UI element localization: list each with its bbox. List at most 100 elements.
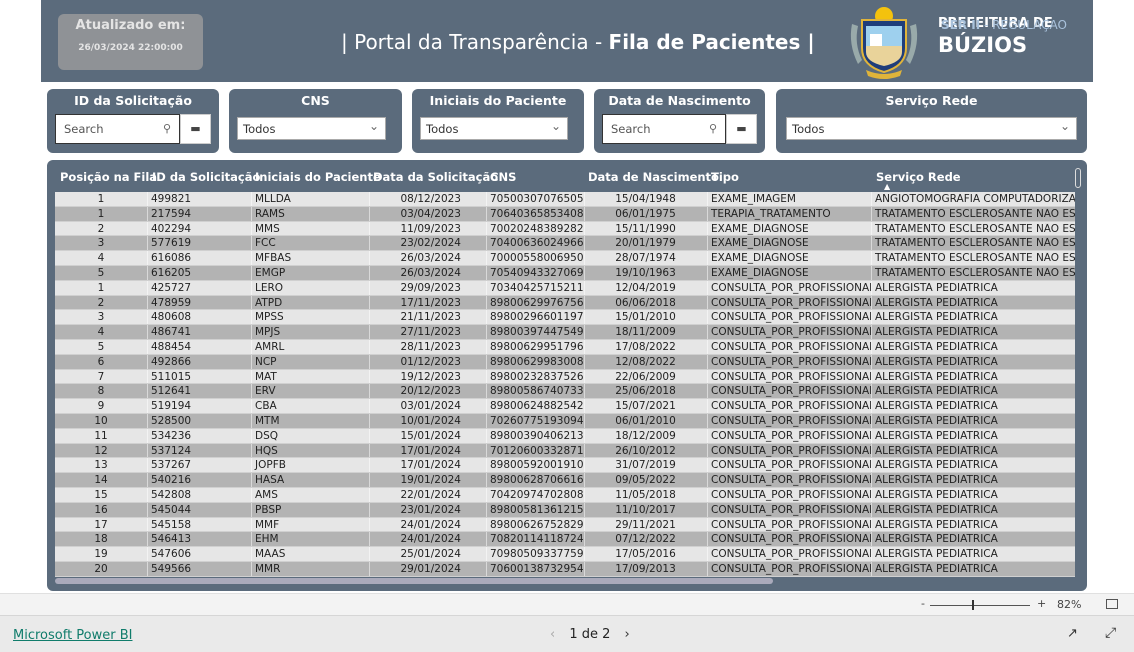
table-row[interactable]: 10 528500 MTM 10/01/2024 702607751930948 06/0… [55,414,1075,429]
column-header[interactable]: Posição na Fila [60,170,157,184]
page-indicator: 1 de 2 [569,627,611,642]
table-cell: EXAME_DIAGNOSE [711,237,809,250]
table-cell: AMRL [255,341,285,353]
column-divider [147,502,148,517]
column-divider [251,384,252,399]
filter-id-solicitacao: ID da Solicitação Search ⚲ ▬ [47,89,219,153]
zoom-out-button[interactable]: - [921,597,925,610]
table-cell: 542808 [151,489,192,501]
table-cell: 08/12/2023 [400,193,461,205]
eraser-icon: ▬ [736,122,747,135]
table-row[interactable]: 3 577619 FCC 23/02/2024 704006360249666 20/01… [55,236,1075,252]
table-row[interactable]: 13 537267 JOPFB 17/01/2024 898005920019109 31… [55,458,1075,474]
column-header[interactable]: ID da Solicitação [152,170,260,184]
table-cell: 15 [94,489,108,501]
column-divider [707,428,708,443]
column-divider [251,295,252,310]
table-cell: ALERGISTA PEDIATRICA [875,459,998,472]
column-divider [871,236,872,251]
table-cell: TRATAMENTO ESCLEROSANTE NÃO ESTÉ [875,252,1075,265]
column-divider [251,458,252,473]
table-row[interactable]: 2 478959 ATPD 17/11/2023 898006299767563 06/0… [55,295,1075,311]
updated-box: Atualizado em: 26/03/2024 22:00:00 [58,14,203,70]
column-header[interactable]: Data de Nascimento [588,170,719,184]
table-row[interactable]: 5 488454 AMRL 28/11/2023 898006299517966 17/0… [55,340,1075,355]
next-page-button[interactable]: › [625,627,630,642]
column-divider [486,236,487,251]
table-cell: 577619 [151,237,192,250]
column-divider [369,280,370,295]
search-input-nascimento[interactable]: Search ⚲ [602,114,726,144]
table-row[interactable]: 1 499821 MLLDA 08/12/2023 705003070765055 15/… [55,192,1075,207]
column-header[interactable]: CNS [490,170,516,184]
column-divider [251,502,252,517]
search-input-id[interactable]: Search ⚲ [55,114,180,144]
table-cell: MAAS [255,548,286,561]
table-row[interactable]: 15 542808 AMS 22/01/2024 704209747028080 11/0… [55,488,1075,503]
table-row[interactable]: 12 537124 HQS 17/01/2024 701206003328712 26/1… [55,443,1075,459]
column-header[interactable]: Data da Solicitação [373,170,498,184]
table-cell: ALERGISTA PEDIATRICA [875,489,998,501]
table-row[interactable]: 7 511015 MAT 19/12/2023 898002328375261 22/06… [55,369,1075,385]
table-row[interactable]: 14 540216 HASA 19/01/2024 898006287066166 09/… [55,473,1075,488]
table-row[interactable]: 1 217594 RAMS 03/04/2023 706403658534087 06/0… [55,206,1075,222]
table-row[interactable]: 19 547606 MAAS 25/01/2024 709805093377598 17/… [55,547,1075,562]
table-row[interactable]: 4 486741 MPJS 27/11/2023 898003974475496 18/1… [55,325,1075,340]
fullscreen-icon[interactable]: ⤢ [1105,625,1116,641]
column-divider [871,369,872,384]
table-row[interactable]: 1 425727 LERO 29/09/2023 703404257152112 12/0… [55,280,1075,296]
column-divider [871,251,872,265]
column-divider [147,443,148,458]
column-header[interactable]: Tipo [711,170,739,184]
column-divider [871,562,872,576]
column-divider [707,399,708,413]
table-row[interactable]: 18 546413 EHM 24/01/2024 708201141187246 07/1… [55,532,1075,548]
zoom-slider[interactable] [930,605,1030,606]
table-cell: CONSULTA_POR_PROFISSIONAL [711,444,871,457]
fit-to-page-icon[interactable] [1106,599,1118,609]
zoom-slider-thumb[interactable] [972,600,974,610]
table-cell: CONSULTA_POR_PROFISSIONAL [711,503,871,516]
clear-eraser-button[interactable]: ▬ [726,114,757,144]
table-row[interactable]: 3 480608 MPSS 21/11/2023 898002966011973 15/0… [55,310,1075,326]
table-cell: 06/01/1975 [615,207,676,220]
table-row[interactable]: 5 616205 EMGP 26/03/2024 705409433270691 19/1… [55,266,1075,281]
table-cell: 4 [97,326,105,339]
table-row[interactable]: 11 534236 DSQ 15/01/2024 898003904062133 18/1… [55,428,1075,444]
column-divider [147,562,148,576]
table-row[interactable]: 8 512641 ERV 20/12/2023 898005867407332 25/06… [55,384,1075,400]
table-cell: CONSULTA_POR_PROFISSIONAL [711,474,871,487]
column-divider [147,428,148,443]
table-cell: EXAME_DIAGNOSE [711,267,809,279]
table-row[interactable]: 16 545044 PBSP 23/01/2024 898005813612159 11/… [55,502,1075,518]
column-divider [486,399,487,413]
vertical-scrollbar[interactable] [1075,168,1081,188]
table-cell: CONSULTA_POR_PROFISSIONAL [711,311,871,324]
table-row[interactable]: 6 492866 NCP 01/12/2023 898006299830087 12/08… [55,354,1075,370]
horizontal-scrollbar[interactable] [55,578,773,584]
table-cell: 704209747028080 [490,489,584,501]
prefeitura-block: PREFEITURA DE BÚZIOS SER II - REGULAÇÃO [938,16,1067,57]
table-row[interactable]: 4 616086 MFBAS 26/03/2024 700005580069507 28/… [55,251,1075,266]
table-row[interactable]: 20 549566 MMR 29/01/2024 706001387329549 17/0… [55,562,1075,577]
cns-dropdown[interactable]: Todos ⌄ [237,117,386,140]
column-header[interactable]: Iniciais do Paciente [255,170,381,184]
column-divider [584,458,585,473]
zoom-in-button[interactable]: + [1037,597,1046,610]
table-row[interactable]: 2 402294 MMS 11/09/2023 700202483892828 15/11… [55,221,1075,237]
iniciais-dropdown[interactable]: Todos ⌄ [420,117,568,140]
clear-eraser-button[interactable]: ▬ [180,114,211,144]
table-cell: 705409433270691 [490,267,584,279]
column-divider [369,384,370,399]
filter-servico-rede: Serviço Rede Todos ⌄ [776,89,1087,153]
table-row[interactable]: 9 519194 CBA 03/01/2024 898006248825426 15/07… [55,399,1075,414]
table-cell: 8 [97,385,105,398]
servico-dropdown[interactable]: Todos ⌄ [786,117,1077,140]
table-cell: MPJS [255,326,281,339]
table-row[interactable]: 17 545158 MMF 24/01/2024 898006267528296 29/1… [55,517,1075,533]
power-bi-link[interactable]: Microsoft Power BI [13,628,132,643]
column-divider [584,325,585,339]
page-title: | Portal da Transparência - Fila de Paci… [341,30,815,54]
share-icon[interactable]: ↗ [1067,626,1078,641]
prev-page-button[interactable]: ‹ [550,627,555,642]
